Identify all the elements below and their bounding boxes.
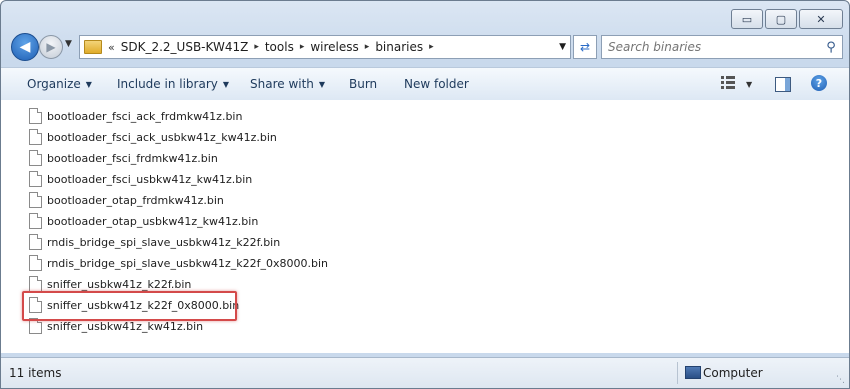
folder-icon xyxy=(84,40,102,54)
breadcrumb-separator[interactable]: ▸ xyxy=(300,42,305,52)
preview-pane-icon[interactable] xyxy=(775,77,791,92)
file-item[interactable]: bootloader_otap_frdmkw41z.bin xyxy=(29,190,224,210)
file-name: sniffer_usbkw41z_kw41z.bin xyxy=(47,319,204,333)
file-name: rndis_bridge_spi_slave_usbkw41z_k22f.bin xyxy=(47,235,281,249)
back-arrow-icon: ◀ xyxy=(19,39,31,55)
share-with-label: Share with xyxy=(250,77,314,91)
organize-label: Organize xyxy=(27,77,81,91)
new-folder-button[interactable]: New folder xyxy=(404,77,469,91)
burn-button[interactable]: Burn xyxy=(349,77,377,91)
location-label: Computer xyxy=(703,366,763,380)
file-name: bootloader_fsci_usbkw41z_kw41z.bin xyxy=(47,172,253,186)
breadcrumb-item[interactable]: binaries xyxy=(375,40,423,54)
view-options-icon[interactable] xyxy=(721,76,735,90)
breadcrumb-separator[interactable]: ▸ xyxy=(365,42,370,52)
file-item[interactable]: rndis_bridge_spi_slave_usbkw41z_k22f_0x8… xyxy=(29,253,328,273)
close-button[interactable]: ✕ xyxy=(799,9,843,29)
file-item[interactable]: bootloader_fsci_ack_frdmkw41z.bin xyxy=(29,106,242,126)
file-name: bootloader_fsci_frdmkw41z.bin xyxy=(47,151,218,165)
file-icon xyxy=(29,108,42,124)
help-label: ? xyxy=(815,76,823,90)
breadcrumb-overflow[interactable]: « xyxy=(108,41,115,54)
file-icon xyxy=(29,234,42,250)
recent-pages-dropdown[interactable]: ▼ xyxy=(65,39,72,49)
command-bar: Organize ▼ Include in library ▼ Share with… xyxy=(1,67,849,101)
search-icon[interactable]: ⚲ xyxy=(820,40,842,55)
file-item[interactable]: bootloader_otap_usbkw41z_kw41z.bin xyxy=(29,211,258,231)
forward-arrow-icon: ▶ xyxy=(46,40,56,54)
breadcrumb-separator[interactable]: ▸ xyxy=(429,42,434,52)
file-icon xyxy=(29,129,42,145)
refresh-icon: ⇄ xyxy=(579,40,591,54)
file-name: bootloader_fsci_ack_frdmkw41z.bin xyxy=(47,109,243,123)
status-divider xyxy=(677,362,678,384)
highlight-annotation-box xyxy=(22,291,237,321)
file-icon xyxy=(29,192,42,208)
file-list: bootloader_fsci_ack_frdmkw41z.bin bootlo… xyxy=(1,100,849,353)
include-in-library-label: Include in library xyxy=(117,77,218,91)
search-input[interactable] xyxy=(602,39,820,55)
chevron-down-icon: ▼ xyxy=(85,80,92,89)
file-name: sniffer_usbkw41z_k22f.bin xyxy=(47,277,192,291)
address-dropdown-icon[interactable]: ▼ xyxy=(559,42,566,52)
computer-icon xyxy=(685,366,701,379)
share-with-menu[interactable]: Share with ▼ xyxy=(250,77,325,91)
file-icon xyxy=(29,171,42,187)
file-item[interactable]: bootloader_fsci_usbkw41z_kw41z.bin xyxy=(29,169,252,189)
close-icon: ✕ xyxy=(816,12,826,26)
include-in-library-menu[interactable]: Include in library ▼ xyxy=(117,77,229,91)
file-name: bootloader_otap_usbkw41z_kw41z.bin xyxy=(47,214,259,228)
item-count: 11 items xyxy=(9,366,62,380)
file-icon xyxy=(29,213,42,229)
file-name: rndis_bridge_spi_slave_usbkw41z_k22f_0x8… xyxy=(47,256,329,270)
resize-grip-icon[interactable]: ⋱ xyxy=(836,375,845,385)
file-item[interactable]: bootloader_fsci_ack_usbkw41z_kw41z.bin xyxy=(29,127,277,147)
maximize-button[interactable]: ▢ xyxy=(765,9,797,29)
file-item[interactable]: rndis_bridge_spi_slave_usbkw41z_k22f.bin xyxy=(29,232,280,252)
address-row: ◀ ▶ ▼ « SDK_2.2_USB-KW41Z ▸ tools ▸ wire… xyxy=(9,33,843,61)
explorer-window: ▭ ▢ ✕ ◀ ▶ ▼ « SDK_2.2_USB-KW41Z ▸ tools … xyxy=(0,0,850,389)
back-button[interactable]: ◀ xyxy=(11,33,39,61)
file-item[interactable]: bootloader_fsci_frdmkw41z.bin xyxy=(29,148,218,168)
search-box[interactable]: ⚲ xyxy=(601,35,843,59)
breadcrumb-item[interactable]: SDK_2.2_USB-KW41Z xyxy=(121,40,249,54)
breadcrumb-separator[interactable]: ▸ xyxy=(254,42,259,52)
file-icon xyxy=(29,276,42,292)
chevron-down-icon: ▼ xyxy=(222,80,230,89)
minimize-icon: ▭ xyxy=(741,12,753,26)
breadcrumb-item[interactable]: wireless xyxy=(310,40,358,54)
caption-buttons: ▭ ▢ ✕ xyxy=(731,9,843,29)
minimize-button[interactable]: ▭ xyxy=(731,9,763,29)
chevron-down-icon: ▼ xyxy=(318,80,326,89)
breadcrumb-item[interactable]: tools xyxy=(265,40,294,54)
file-icon xyxy=(29,150,42,166)
maximize-icon: ▢ xyxy=(775,12,787,26)
forward-button[interactable]: ▶ xyxy=(39,35,63,59)
file-name: bootloader_fsci_ack_usbkw41z_kw41z.bin xyxy=(47,130,277,144)
file-icon xyxy=(29,255,42,271)
file-name: bootloader_otap_frdmkw41z.bin xyxy=(47,193,224,207)
refresh-button[interactable]: ⇄ xyxy=(573,35,597,59)
address-bar[interactable]: « SDK_2.2_USB-KW41Z ▸ tools ▸ wireless ▸… xyxy=(79,35,571,59)
view-dropdown-icon[interactable]: ▼ xyxy=(746,80,752,89)
help-icon[interactable]: ? xyxy=(811,75,827,91)
status-bar: 11 items Computer ⋱ xyxy=(1,357,849,388)
organize-menu[interactable]: Organize ▼ xyxy=(27,77,92,91)
